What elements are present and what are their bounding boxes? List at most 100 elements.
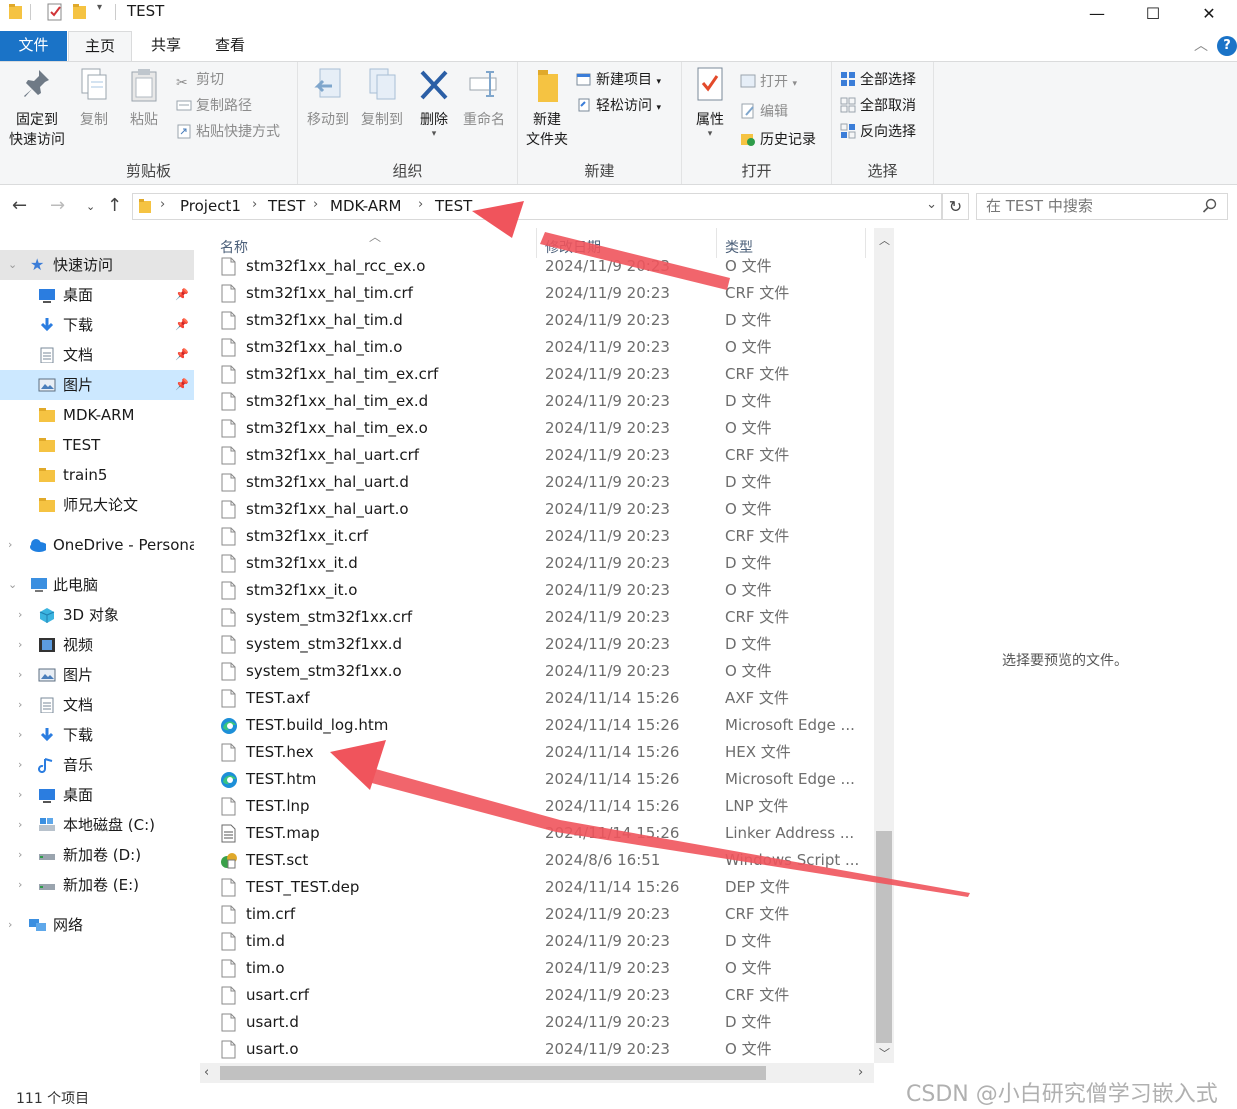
nav-onedrive[interactable]: › OneDrive - Persona [0,530,194,560]
file-row[interactable]: usart.d 2024/11/9 20:23 D 文件 [200,1009,872,1036]
expand-chevron-icon[interactable]: › [18,630,22,660]
expand-chevron-icon[interactable]: › [8,530,12,560]
expand-chevron-icon[interactable]: › [18,720,22,750]
copy-button[interactable]: 复制 [74,66,114,130]
scroll-right-icon[interactable]: › [858,1065,863,1080]
expand-chevron-icon[interactable]: › [18,750,22,780]
file-row[interactable]: stm32f1xx_hal_tim.o 2024/11/9 20:23 O 文件 [200,334,872,361]
nav-this-pc-item[interactable]: › 下载 [0,720,194,750]
new-folder-button[interactable]: 新建 文件夹 [522,66,572,150]
nav-this-pc-item[interactable]: › 文档 [0,690,194,720]
expand-chevron-icon[interactable]: ⌄ [8,250,17,280]
file-row[interactable]: TEST_TEST.dep 2024/11/14 15:26 DEP 文件 [200,874,872,901]
nav-quick-access-item[interactable]: 下载 📌 [0,310,194,340]
file-row[interactable]: system_stm32f1xx.crf 2024/11/9 20:23 CRF 文… [200,604,872,631]
paste-button[interactable]: 粘贴 [124,66,164,130]
recent-locations-icon[interactable]: ⌄ [86,200,95,213]
file-row[interactable]: stm32f1xx_hal_tim.d 2024/11/9 20:23 D 文件 [200,307,872,334]
address-dropdown-icon[interactable]: ⌄ [926,197,937,212]
scroll-up-icon[interactable]: ︿ [879,232,890,248]
cut-button[interactable]: ✂ 剪切 [176,68,224,92]
tab-home[interactable]: 主页 [68,31,132,62]
properties-button[interactable]: 属性 ▾ [688,66,732,139]
breadcrumb-chevron-icon[interactable]: › [418,197,423,212]
nav-quick-access-item[interactable]: TEST [0,430,194,460]
nav-network[interactable]: › 网络 [0,910,194,940]
nav-quick-access-item[interactable]: 师兄大论文 [0,490,194,520]
nav-quick-access-item[interactable]: MDK-ARM [0,400,194,430]
expand-chevron-icon[interactable]: › [18,870,22,900]
search-input[interactable]: 在 TEST 中搜索 [976,193,1228,220]
file-row[interactable]: stm32f1xx_it.o 2024/11/9 20:23 O 文件 [200,577,872,604]
breadcrumb-mdk-arm[interactable]: MDK-ARM [330,197,401,215]
nav-quick-access-item[interactable]: 文档 📌 [0,340,194,370]
file-row[interactable]: tim.d 2024/11/9 20:23 D 文件 [200,928,872,955]
file-row[interactable]: stm32f1xx_hal_tim_ex.o 2024/11/9 20:23 O 文… [200,415,872,442]
expand-chevron-icon[interactable]: › [18,690,22,720]
expand-chevron-icon[interactable]: ⌄ [8,570,17,600]
invert-selection-button[interactable]: 反向选择 [840,120,916,144]
breadcrumb-project1[interactable]: Project1 [180,197,241,215]
forward-arrow-icon[interactable]: → [50,195,65,216]
nav-this-pc-item[interactable]: › 音乐 [0,750,194,780]
copy-to-button[interactable]: 复制到 [356,66,408,130]
nav-this-pc[interactable]: ⌄ 此电脑 [0,570,194,600]
breadcrumb-test-current[interactable]: TEST [435,197,472,215]
open-button[interactable]: 打开 ▾ [740,70,797,94]
history-button[interactable]: 历史记录 [740,128,816,152]
file-row[interactable]: stm32f1xx_hal_uart.crf 2024/11/9 20:23 CRF… [200,442,872,469]
new-folder-icon[interactable] [72,3,88,21]
nav-quick-access-item[interactable]: 桌面 📌 [0,280,194,310]
expand-chevron-icon[interactable]: › [18,780,22,810]
expand-chevron-icon[interactable]: › [18,660,22,690]
up-arrow-icon[interactable]: ↑ [107,195,122,216]
file-row[interactable]: TEST.sct 2024/8/6 16:51 Windows Script ... [200,847,872,874]
breadcrumb-test[interactable]: TEST [268,197,305,215]
rename-button[interactable]: 重命名 [458,66,510,130]
select-none-button[interactable]: 全部取消 [840,94,916,118]
nav-quick-access[interactable]: ⌄ ★ 快速访问 [0,250,194,280]
scroll-left-icon[interactable]: ‹ [204,1065,209,1080]
vertical-scroll-thumb[interactable] [876,831,892,1043]
help-icon[interactable]: ? [1217,36,1237,56]
horizontal-scrollbar[interactable]: ‹ › [200,1063,874,1083]
qat-dropdown-icon[interactable]: ▾ [97,2,102,13]
breadcrumb-chevron-icon[interactable]: › [160,197,165,212]
expand-chevron-icon[interactable]: › [18,840,22,870]
paste-shortcut-button[interactable]: 粘贴快捷方式 [176,120,280,144]
file-row[interactable]: TEST.map 2024/11/14 15:26 Linker Address .… [200,820,872,847]
file-row[interactable]: stm32f1xx_it.d 2024/11/9 20:23 D 文件 [200,550,872,577]
nav-this-pc-item[interactable]: › 本地磁盘 (C:) [0,810,194,840]
nav-this-pc-item[interactable]: › 桌面 [0,780,194,810]
minimize-button[interactable]: — [1069,0,1125,26]
delete-button[interactable]: 删除 ▾ [414,66,454,139]
tab-view[interactable]: 查看 [198,31,262,61]
tab-share[interactable]: 共享 [134,31,198,61]
new-item-button[interactable]: 新建项目 ▾ [576,68,661,92]
delete-dropdown-icon[interactable]: ▾ [414,130,454,139]
easy-access-button[interactable]: 轻松访问 ▾ [576,94,661,118]
file-row[interactable]: usart.o 2024/11/9 20:23 O 文件 [200,1036,872,1063]
close-button[interactable]: ✕ [1181,0,1237,26]
file-row[interactable]: stm32f1xx_hal_tim_ex.d 2024/11/9 20:23 D 文… [200,388,872,415]
properties-dropdown-icon[interactable]: ▾ [688,130,732,139]
move-to-button[interactable]: 移动到 [302,66,354,130]
tab-file[interactable]: 文件 [0,31,67,61]
nav-quick-access-item[interactable]: 图片 📌 [0,370,194,400]
properties-icon[interactable] [46,3,64,21]
nav-this-pc-item[interactable]: › 新加卷 (E:) [0,870,194,900]
pin-to-quick-access-button[interactable]: 固定到 快速访问 [4,66,70,150]
file-row[interactable]: stm32f1xx_hal_uart.o 2024/11/9 20:23 O 文件 [200,496,872,523]
nav-this-pc-item[interactable]: › 图片 [0,660,194,690]
edit-button[interactable]: 编辑 [740,100,788,124]
file-row[interactable]: stm32f1xx_hal_tim.crf 2024/11/9 20:23 CRF … [200,280,872,307]
address-bar[interactable]: › Project1 › TEST › MDK-ARM › TEST ⌄ [132,193,942,220]
file-row[interactable]: stm32f1xx_it.crf 2024/11/9 20:23 CRF 文件 [200,523,872,550]
file-row[interactable]: tim.o 2024/11/9 20:23 O 文件 [200,955,872,982]
copy-path-button[interactable]: 复制路径 [176,94,252,118]
file-row[interactable]: system_stm32f1xx.d 2024/11/9 20:23 D 文件 [200,631,872,658]
file-row[interactable]: tim.crf 2024/11/9 20:23 CRF 文件 [200,901,872,928]
file-row[interactable]: TEST.lnp 2024/11/14 15:26 LNP 文件 [200,793,872,820]
file-row[interactable]: system_stm32f1xx.o 2024/11/9 20:23 O 文件 [200,658,872,685]
vertical-scrollbar[interactable]: ︿ ﹀ [874,228,894,1063]
